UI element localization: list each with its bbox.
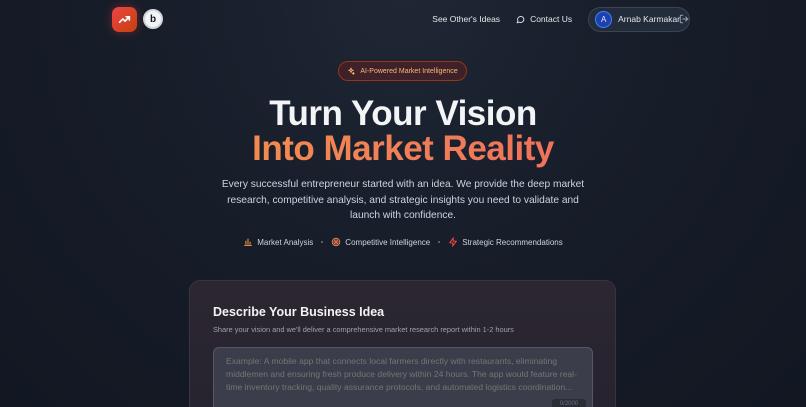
user-name: Arnab Karmakar xyxy=(618,14,680,24)
partner-badge[interactable]: b xyxy=(143,9,163,29)
character-counter: 0/2000 xyxy=(552,399,586,407)
ai-badge: AI-Powered Market Intelligence xyxy=(338,61,467,81)
hero-subtitle: Every successful entrepreneur started wi… xyxy=(221,179,585,221)
form-subtitle: Share your vision and we'll deliver a co… xyxy=(213,325,514,334)
user-menu-button[interactable]: A Arnab Karmakar xyxy=(588,6,690,32)
bar-chart-icon xyxy=(244,238,253,246)
form-title: Describe Your Business Idea xyxy=(213,305,385,319)
separator-dot xyxy=(438,241,441,243)
ai-badge-label: AI-Powered Market Intelligence xyxy=(360,67,458,75)
app-logo[interactable] xyxy=(112,7,137,32)
idea-form-card: Describe Your Business Idea Share your v… xyxy=(189,280,616,407)
separator-dot xyxy=(321,241,324,243)
target-icon xyxy=(332,237,341,247)
see-others-ideas-link[interactable]: See Other's Ideas xyxy=(432,14,500,24)
hero-title-line2: Into Market Reality xyxy=(0,129,806,169)
message-circle-icon xyxy=(516,15,525,23)
trending-up-icon xyxy=(118,15,131,24)
badge-letter: b xyxy=(149,13,157,25)
avatar: A xyxy=(595,10,613,28)
zap-icon xyxy=(449,237,458,247)
logout-icon xyxy=(679,14,689,23)
feature-label: Market Analysis xyxy=(257,237,314,247)
feature-competitive-intelligence: Competitive Intelligence xyxy=(331,237,430,247)
feature-list: Market Analysis Competitive Intelligence… xyxy=(0,237,806,247)
contact-us-link[interactable]: Contact Us xyxy=(516,14,572,24)
contact-us-label: Contact Us xyxy=(530,14,573,24)
feature-strategic-recommendations: Strategic Recommendations xyxy=(448,237,563,247)
sparkles-icon xyxy=(348,67,356,75)
feature-market-analysis: Market Analysis xyxy=(243,237,313,247)
page: b See Other's Ideas Contact Us A Arnab K… xyxy=(0,0,806,407)
business-idea-input[interactable] xyxy=(213,347,593,407)
feature-label: Competitive Intelligence xyxy=(345,237,431,247)
feature-label: Strategic Recommendations xyxy=(462,237,563,247)
logout-button[interactable] xyxy=(678,12,690,25)
top-nav: See Other's Ideas Contact Us A Arnab Kar… xyxy=(432,6,690,32)
hero-title-line1: Turn Your Vision xyxy=(269,94,537,133)
